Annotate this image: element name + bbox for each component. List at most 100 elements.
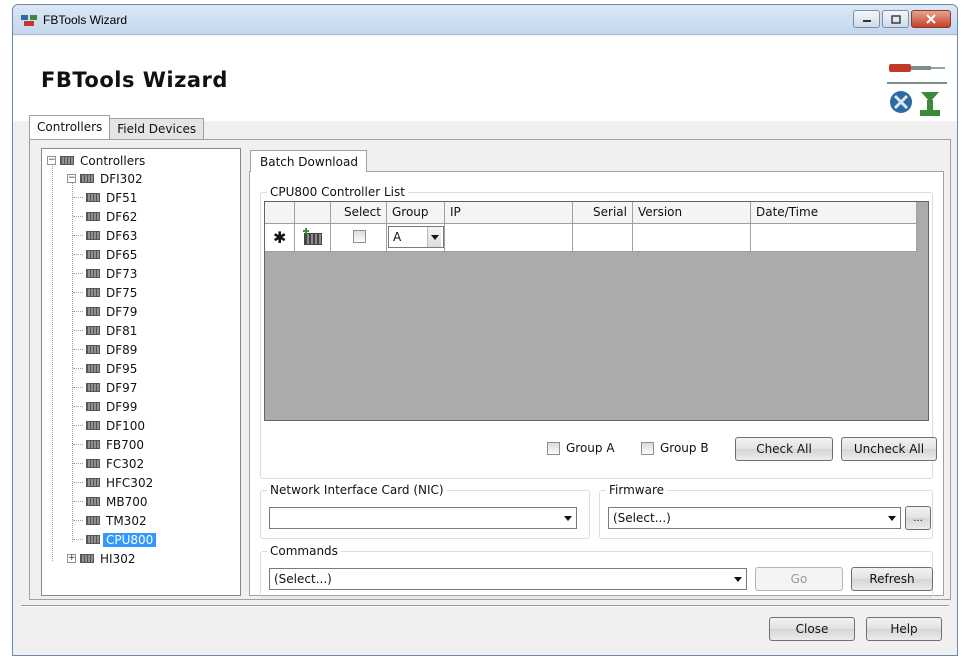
table-row[interactable]: ✱ A xyxy=(265,224,917,252)
group-a-checkbox[interactable] xyxy=(547,441,560,455)
ip-cell[interactable] xyxy=(445,224,573,252)
go-button[interactable]: Go xyxy=(755,567,843,591)
tree-node-mb700[interactable]: MB700 xyxy=(86,492,151,511)
tree-node-df63[interactable]: DF63 xyxy=(86,226,140,245)
commands-group: Commands (Select...) Go Refresh xyxy=(260,544,933,598)
tab-controllers[interactable]: Controllers xyxy=(29,115,111,139)
refresh-button[interactable]: Refresh xyxy=(851,567,933,591)
tree-node-df100[interactable]: DF100 xyxy=(86,416,148,435)
tree-node-tm302[interactable]: TM302 xyxy=(86,511,150,530)
col-header-ip[interactable]: IP xyxy=(445,202,573,224)
help-button[interactable]: Help xyxy=(866,617,942,641)
tree-node-hfc302[interactable]: HFC302 xyxy=(86,473,156,492)
group-a-checkbox-label[interactable]: Group A xyxy=(547,441,615,455)
wizard-window: FBTools Wizard FBTools Wizard Controller… xyxy=(12,4,958,656)
tree-label: DF63 xyxy=(106,228,138,243)
uncheck-all-button[interactable]: Uncheck All xyxy=(841,437,937,461)
controller-tree[interactable]: − Controllers − DFI302 DF51 DF62 DF63 DF65 D… xyxy=(41,148,241,596)
nic-group: Network Interface Card (NIC) xyxy=(260,483,590,539)
group-b-label: Group B xyxy=(660,441,709,455)
close-button[interactable]: Close xyxy=(769,617,855,641)
tree-node-df75[interactable]: DF75 xyxy=(86,283,140,302)
tree-node-df81[interactable]: DF81 xyxy=(86,321,140,340)
tools-logo-icon xyxy=(887,64,947,116)
group-combo[interactable]: A xyxy=(388,226,444,248)
controller-icon xyxy=(86,516,100,525)
firmware-legend: Firmware xyxy=(606,483,667,497)
group-b-checkbox[interactable] xyxy=(641,441,654,455)
tree-label: DF89 xyxy=(106,342,138,357)
controller-icon xyxy=(86,231,100,240)
tree-label: DF65 xyxy=(106,247,138,262)
tree-node-df89[interactable]: DF89 xyxy=(86,340,140,359)
tree-node-dfi302[interactable]: − DFI302 xyxy=(67,169,146,188)
check-all-button[interactable]: Check All xyxy=(735,437,833,461)
chevron-down-icon xyxy=(564,516,572,521)
tree-node-df79[interactable]: DF79 xyxy=(86,302,140,321)
controller-icon xyxy=(80,554,94,563)
col-header-serial[interactable]: Serial xyxy=(573,202,633,224)
row-icon-cell xyxy=(295,224,331,252)
commands-select[interactable]: (Select...) xyxy=(269,568,747,590)
nic-select[interactable] xyxy=(269,507,577,529)
tree-node-df95[interactable]: DF95 xyxy=(86,359,140,378)
row-select-checkbox[interactable] xyxy=(353,230,366,243)
controller-icon xyxy=(86,497,100,506)
col-header-version[interactable]: Version xyxy=(633,202,751,224)
tree-node-df73[interactable]: DF73 xyxy=(86,264,140,283)
maximize-button[interactable] xyxy=(882,10,909,28)
tree-node-df97[interactable]: DF97 xyxy=(86,378,140,397)
tree-label: DF62 xyxy=(106,209,138,224)
tree-label-hi302: HI302 xyxy=(100,551,136,566)
collapse-icon[interactable]: − xyxy=(67,174,76,183)
collapse-icon[interactable]: − xyxy=(47,156,56,165)
controller-icon xyxy=(86,345,100,354)
tree-node-fb700[interactable]: FB700 xyxy=(86,435,147,454)
serial-cell[interactable] xyxy=(573,224,633,252)
close-window-button[interactable] xyxy=(911,10,951,28)
col-header-select[interactable]: Select xyxy=(331,202,387,224)
chevron-down-icon xyxy=(888,516,896,521)
controller-icon xyxy=(86,383,100,392)
datetime-cell[interactable] xyxy=(751,224,917,252)
tree-node-df51[interactable]: DF51 xyxy=(86,188,140,207)
minimize-icon xyxy=(862,20,871,22)
minimize-button[interactable] xyxy=(853,10,880,28)
tree-node-fc302[interactable]: FC302 xyxy=(86,454,147,473)
firmware-select[interactable]: (Select...) xyxy=(608,507,901,529)
commands-legend: Commands xyxy=(267,544,341,558)
controller-list-group: CPU800 Controller List Select Group IP S… xyxy=(260,185,937,479)
tree-label: DF97 xyxy=(106,380,138,395)
tab-field-devices[interactable]: Field Devices xyxy=(109,118,205,140)
controllers-panel: − Controllers − DFI302 DF51 DF62 DF63 DF65 D… xyxy=(29,139,951,600)
tree-node-df62[interactable]: DF62 xyxy=(86,207,140,226)
tree-node-df65[interactable]: DF65 xyxy=(86,245,140,264)
firmware-browse-button[interactable]: ... xyxy=(905,506,931,530)
tree-node-df99[interactable]: DF99 xyxy=(86,397,140,416)
firmware-select-value: (Select...) xyxy=(613,511,671,525)
version-cell[interactable] xyxy=(633,224,751,252)
tree-root[interactable]: − Controllers xyxy=(47,151,148,170)
maximize-icon xyxy=(890,14,901,24)
col-header-group[interactable]: Group xyxy=(387,202,445,224)
window-title: FBTools Wizard xyxy=(43,13,128,27)
expand-icon[interactable]: + xyxy=(67,554,76,563)
select-cell xyxy=(331,224,387,252)
close-icon xyxy=(926,14,936,24)
grid-icon-col xyxy=(295,202,331,224)
controller-icon xyxy=(86,193,100,202)
group-dropdown-button[interactable] xyxy=(427,227,441,247)
tree-node-hi302[interactable]: + HI302 xyxy=(67,549,138,568)
controller-icon xyxy=(86,250,100,259)
controller-grid[interactable]: Select Group IP Serial Version Date/Time… xyxy=(264,201,929,421)
new-row-marker: ✱ xyxy=(265,224,295,252)
controller-icon xyxy=(86,364,100,373)
col-header-datetime[interactable]: Date/Time xyxy=(751,202,917,224)
window-controls xyxy=(853,10,951,28)
chevron-down-icon xyxy=(431,235,439,240)
group-b-checkbox-label[interactable]: Group B xyxy=(641,441,709,455)
tree-node-cpu800[interactable]: CPU800 xyxy=(86,530,157,549)
tree-label: DF73 xyxy=(106,266,138,281)
commands-select-value: (Select...) xyxy=(274,572,332,586)
tab-batch-download[interactable]: Batch Download xyxy=(250,150,367,172)
